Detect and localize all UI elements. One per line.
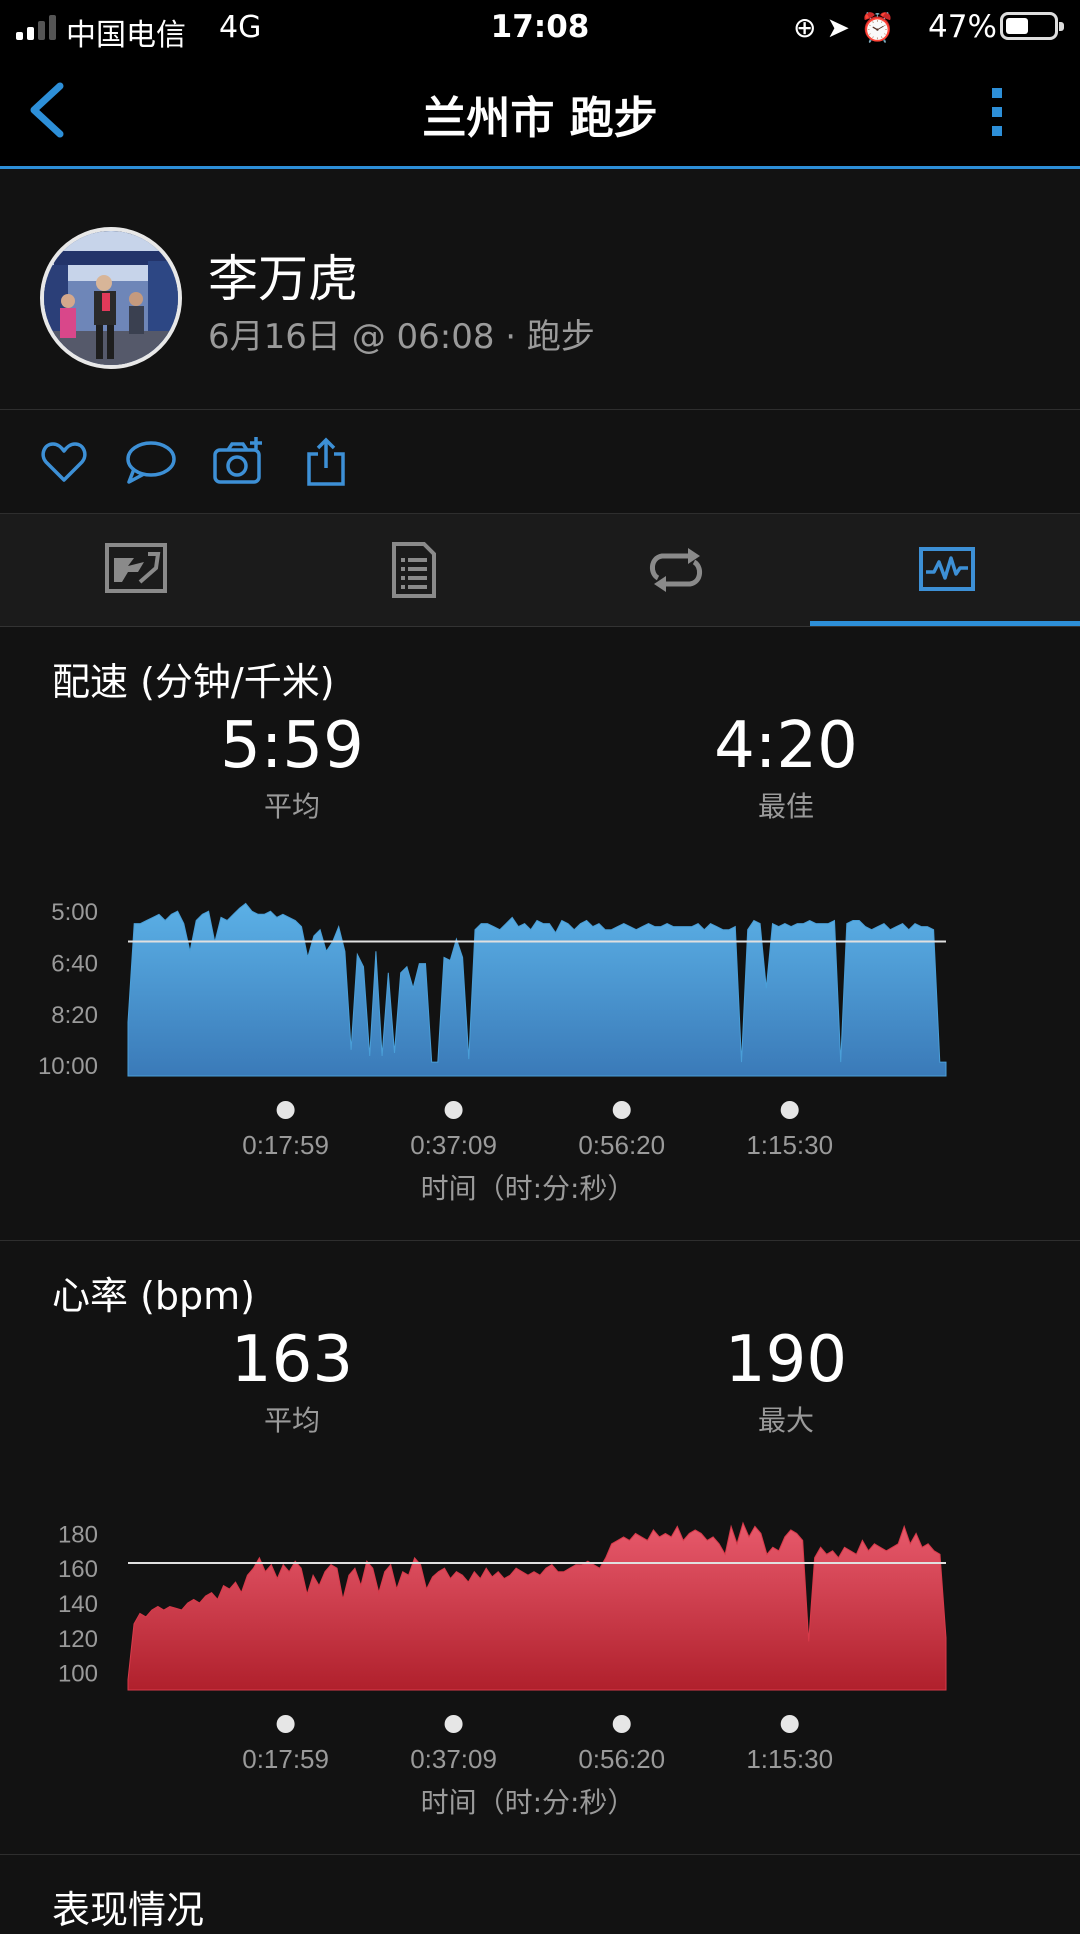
x-tick-marker [612, 1715, 631, 1733]
alarm-icon: ⏰ [859, 11, 905, 44]
heart-max-value: 190 [724, 1323, 848, 1397]
tab-charts[interactable] [810, 514, 1080, 626]
battery-icon [1000, 12, 1064, 40]
pace-chart: 5:00 6:40 8:20 10:00 0:17:59 0:37:09 0:56:20 1:… [38, 899, 947, 1205]
y-tick-label: 5:00 [51, 899, 98, 926]
x-tick-marker [276, 1101, 295, 1119]
heart-avg-value: 163 [230, 1323, 354, 1397]
x-tick-marker [444, 1101, 463, 1119]
heart-rate-chart: 180 160 140 120 100 0:17:59 0:37:09 0:56:20 1:15… [58, 1521, 947, 1819]
x-tick-label: 0:37:09 [410, 1130, 497, 1160]
location-icon: ➤ [826, 11, 860, 44]
avatar[interactable] [40, 227, 182, 369]
y-tick-label: 8:20 [51, 1002, 98, 1029]
action-bar [0, 410, 1080, 514]
status-icons: ⊕➤⏰ [793, 11, 905, 44]
y-tick-label: 180 [58, 1521, 98, 1548]
battery-percent: 47% [928, 9, 997, 45]
nav-bar: 兰州市 跑步 [0, 54, 1080, 169]
comment-icon[interactable] [124, 436, 176, 488]
x-tick-marker [612, 1101, 631, 1119]
more-options-icon[interactable] [980, 80, 1016, 144]
tab-details[interactable] [270, 514, 540, 626]
page-title: 兰州市 跑步 [422, 93, 658, 144]
heart-icon[interactable] [38, 436, 90, 488]
y-tick-label: 160 [58, 1556, 98, 1583]
x-tick-label: 0:17:59 [242, 1130, 329, 1160]
pace-title: 配速 (分钟/千米) [52, 660, 335, 704]
performance-section: 表现情况 [0, 1855, 1080, 1932]
performance-title: 表现情况 [52, 1888, 205, 1932]
y-tick-label: 100 [58, 1661, 98, 1688]
heart-avg-label: 平均 [263, 1404, 320, 1437]
activity-meta: 6月16日 @ 06:08 · 跑步 [208, 317, 595, 357]
x-tick-marker [276, 1715, 295, 1733]
x-tick-label: 1:15:30 [746, 1744, 833, 1774]
y-tick-label: 140 [58, 1591, 98, 1618]
x-axis-title: 时间（时:分:秒） [421, 1172, 636, 1205]
x-tick-label: 0:56:20 [578, 1130, 665, 1160]
pace-avg-label: 平均 [263, 790, 320, 823]
x-tick-marker [444, 1715, 463, 1733]
pace-avg-value: 5:59 [220, 709, 364, 783]
x-tick-marker [780, 1101, 799, 1119]
laps-icon [650, 548, 702, 592]
y-tick-label: 120 [58, 1626, 98, 1653]
y-tick-label: 6:40 [51, 951, 98, 978]
status-bar: 中国电信 4G 17:08 ⊕➤⏰ 47% [0, 0, 1080, 54]
x-axis-title: 时间（时:分:秒） [421, 1786, 636, 1819]
tab-map[interactable] [0, 514, 270, 626]
camera-add-icon[interactable] [212, 436, 264, 488]
charts-icon [919, 547, 975, 591]
heart-max-label: 最大 [757, 1404, 814, 1437]
pace-best-value: 4:20 [714, 709, 858, 783]
x-tick-label: 0:56:20 [578, 1744, 665, 1774]
tab-laps[interactable] [540, 514, 810, 626]
heart-rate-title: 心率 (bpm) [52, 1274, 255, 1318]
x-tick-label: 1:15:30 [746, 1130, 833, 1160]
x-tick-marker [780, 1715, 799, 1733]
activity-header: 李万虎 6月16日 @ 06:08 · 跑步 [0, 169, 1080, 410]
map-icon [105, 543, 167, 593]
chart-area-series [127, 1521, 947, 1691]
share-icon[interactable] [300, 436, 352, 488]
y-tick-label: 10:00 [38, 1053, 98, 1080]
x-tick-label: 0:37:09 [410, 1744, 497, 1774]
tab-bar [0, 514, 1080, 627]
details-icon [392, 542, 436, 598]
chart-area-series [127, 902, 947, 1077]
rotation-lock-icon: ⊕ [793, 11, 827, 44]
user-name: 李万虎 [208, 250, 358, 308]
x-tick-label: 0:17:59 [242, 1744, 329, 1774]
clock: 17:08 [490, 9, 590, 45]
pace-best-label: 最佳 [757, 790, 814, 823]
